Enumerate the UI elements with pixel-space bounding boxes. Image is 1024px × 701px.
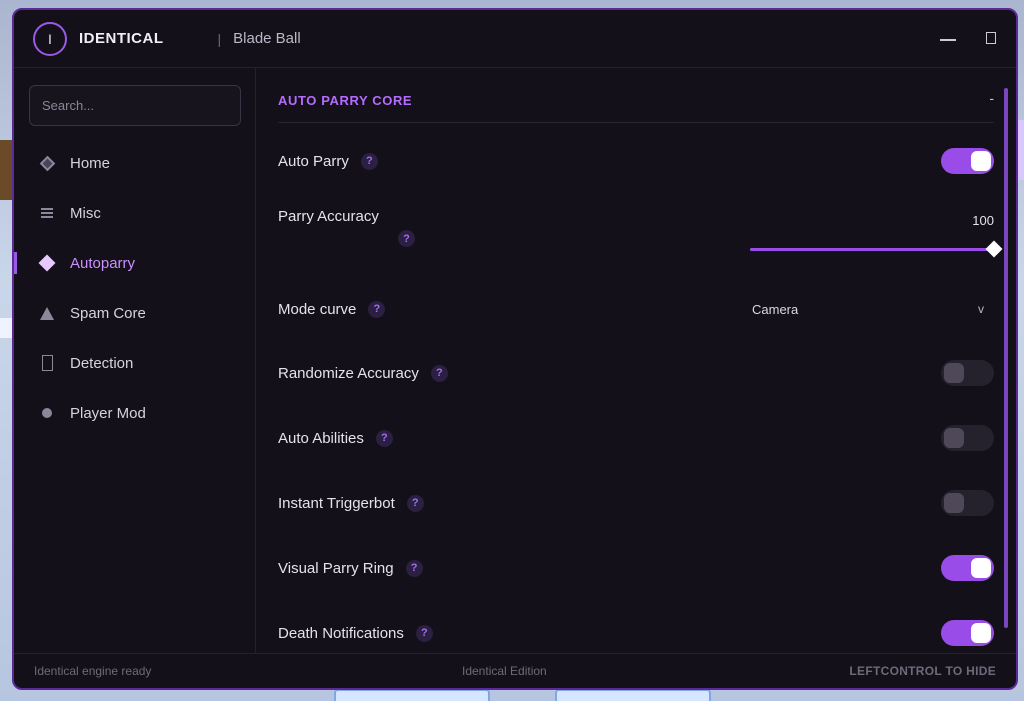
sidebar-item-label: Misc — [70, 204, 101, 222]
background-game-button — [555, 689, 711, 701]
section-title: AUTO PARRY CORE — [278, 93, 413, 108]
instant-triggerbot-toggle[interactable] — [941, 490, 994, 516]
setting-label: Auto Parry — [278, 152, 349, 170]
setting-label: Randomize Accuracy — [278, 364, 419, 382]
setting-label: Instant Triggerbot — [278, 494, 395, 512]
search-placeholder: Search... — [42, 98, 95, 113]
sidebar-item-label: Spam Core — [70, 304, 146, 322]
hide-hint: LEFTCONTROL TO HIDE — [849, 664, 996, 678]
randomize-accuracy-toggle[interactable] — [941, 360, 994, 386]
diamond-outline-icon — [39, 155, 55, 171]
sidebar-item-label: Autoparry — [70, 254, 136, 272]
maximize-button[interactable] — [986, 32, 996, 44]
help-icon[interactable]: ? — [360, 152, 378, 170]
sidebar: Search... Home Misc Autoparry Spam Core … — [14, 68, 256, 653]
setting-label: Auto Abilities — [278, 429, 364, 447]
background-scene — [0, 140, 12, 200]
toggle-knob — [971, 558, 991, 578]
section-header: AUTO PARRY CORE - — [278, 91, 994, 123]
slider-fill — [750, 248, 994, 251]
minimize-button[interactable] — [940, 28, 956, 44]
edition-text: Identical Edition — [462, 664, 547, 678]
help-icon[interactable]: ? — [405, 559, 423, 577]
auto-abilities-toggle[interactable] — [941, 425, 994, 451]
setting-auto-abilities: Auto Abilities ? — [278, 425, 994, 451]
help-icon[interactable]: ? — [375, 429, 393, 447]
toggle-knob — [944, 363, 964, 383]
help-icon[interactable]: ? — [398, 230, 415, 247]
slider-thumb[interactable] — [985, 240, 1003, 258]
slider-value: 100 — [972, 213, 994, 228]
setting-visual-parry-ring: Visual Parry Ring ? — [278, 555, 994, 581]
sidebar-item-label: Home — [70, 154, 111, 172]
visual-parry-ring-toggle[interactable] — [941, 555, 994, 581]
setting-auto-parry: Auto Parry ? — [278, 148, 994, 174]
toggle-knob — [971, 623, 991, 643]
setting-label: Parry Accuracy — [278, 208, 379, 225]
sidebar-item-label: Detection — [70, 354, 134, 372]
sidebar-item-label: Player Mod — [70, 404, 146, 422]
help-icon[interactable]: ? — [430, 364, 448, 382]
scrollbar[interactable] — [1004, 88, 1008, 628]
toggle-knob — [944, 493, 964, 513]
game-name: Blade Ball — [233, 30, 301, 47]
death-notifications-toggle[interactable] — [941, 620, 994, 646]
setting-parry-accuracy: Parry Accuracy ? 100 — [278, 208, 1003, 268]
mode-curve-dropdown[interactable]: Camera v — [752, 294, 984, 324]
sidebar-item-autoparry[interactable]: Autoparry — [14, 238, 255, 288]
rectangle-icon — [39, 355, 55, 371]
window-controls — [940, 28, 996, 44]
toggle-knob — [971, 151, 991, 171]
help-icon[interactable]: ? — [406, 494, 424, 512]
dropdown-value: Camera — [752, 301, 799, 317]
logo-letter: I — [48, 30, 52, 47]
sidebar-item-home[interactable]: Home — [14, 138, 255, 188]
parry-accuracy-slider[interactable] — [750, 240, 1003, 258]
toggle-knob — [944, 428, 964, 448]
main-panel: AUTO PARRY CORE - Auto Parry ? Parry Acc… — [257, 68, 1016, 653]
background-game-button — [334, 689, 490, 701]
status-text: Identical engine ready — [34, 664, 152, 678]
sidebar-nav: Home Misc Autoparry Spam Core Detection … — [14, 138, 255, 438]
title-separator: | — [217, 30, 222, 47]
chevron-down-icon: v — [978, 302, 984, 316]
sidebar-item-misc[interactable]: Misc — [14, 188, 255, 238]
identical-window: I IDENTICAL | Blade Ball Search... Home … — [12, 8, 1018, 690]
menu-lines-icon — [39, 205, 55, 221]
setting-label: Visual Parry Ring — [278, 559, 394, 577]
help-icon[interactable]: ? — [368, 300, 386, 318]
title-bar[interactable]: I IDENTICAL | Blade Ball — [14, 10, 1016, 68]
setting-mode-curve: Mode curve ? Camera v — [278, 294, 994, 324]
setting-instant-triggerbot: Instant Triggerbot ? — [278, 490, 994, 516]
collapse-button[interactable]: - — [989, 91, 994, 105]
sidebar-item-player-mod[interactable]: Player Mod — [14, 388, 255, 438]
logo-icon: I — [33, 21, 67, 56]
brand-name: IDENTICAL — [79, 30, 164, 47]
dot-icon — [39, 405, 55, 421]
sidebar-item-spam-core[interactable]: Spam Core — [14, 288, 255, 338]
setting-randomize-accuracy: Randomize Accuracy ? — [278, 360, 994, 386]
setting-label: Death Notifications — [278, 624, 404, 642]
help-icon[interactable]: ? — [415, 624, 433, 642]
diamond-icon — [38, 254, 56, 272]
setting-label: Mode curve — [278, 300, 357, 318]
auto-parry-toggle[interactable] — [941, 148, 994, 174]
status-bar: Identical engine ready Identical Edition… — [14, 653, 1016, 688]
sidebar-item-detection[interactable]: Detection — [14, 338, 255, 388]
setting-death-notifications: Death Notifications ? — [278, 620, 994, 646]
triangle-icon — [39, 305, 55, 321]
background-scene — [0, 318, 12, 338]
search-input[interactable]: Search... — [29, 85, 241, 126]
